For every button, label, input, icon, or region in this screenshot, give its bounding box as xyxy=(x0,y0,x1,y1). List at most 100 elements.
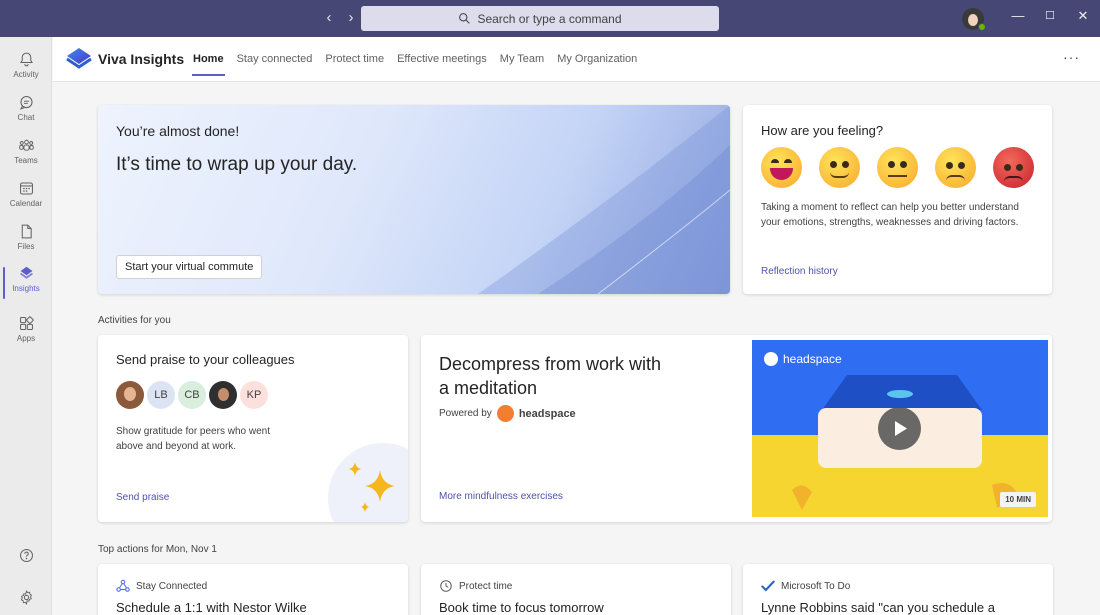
history-nav: ‹ › xyxy=(322,9,358,26)
settings-button[interactable] xyxy=(0,589,52,615)
send-praise-link[interactable]: Send praise xyxy=(116,492,169,503)
happy-emoji-icon[interactable] xyxy=(819,147,860,188)
feeling-description: Taking a moment to reflect can help you … xyxy=(761,202,1019,228)
search-input[interactable]: Search or type a command xyxy=(361,6,719,31)
action-card-protect-time[interactable]: Protect time Book time to focus tomorrow xyxy=(421,564,731,615)
tab-my-organization[interactable]: My Organization xyxy=(557,53,637,65)
feeling-title: How are you feeling? xyxy=(761,123,884,138)
forward-arrow-icon[interactable]: › xyxy=(344,9,358,26)
rail-item-apps[interactable]: Apps xyxy=(0,315,52,355)
more-mindfulness-link[interactable]: More mindfulness exercises xyxy=(439,491,563,502)
rail-label: Teams xyxy=(14,156,38,165)
presence-available-icon xyxy=(978,23,986,31)
top-actions-section-label: Top actions for Mon, Nov 1 xyxy=(98,544,217,555)
app-rail: Activity Chat Teams Calendar Files Insig… xyxy=(0,37,52,615)
nav-tabs: Home Stay connected Protect time Effecti… xyxy=(192,53,637,76)
colleague-avatars: LB CB KP xyxy=(116,381,268,409)
action-card-stay-connected[interactable]: Stay Connected Schedule a 1:1 with Nesto… xyxy=(98,564,408,615)
rail-item-activity[interactable]: Activity xyxy=(0,51,52,91)
grinning-emoji-icon[interactable] xyxy=(761,147,802,188)
video-brand-label: headspace xyxy=(783,352,842,366)
close-button[interactable]: ✕ xyxy=(1075,8,1091,24)
rail-label: Apps xyxy=(16,334,36,343)
emotion-picker xyxy=(761,147,1034,188)
tab-stay-connected[interactable]: Stay connected xyxy=(237,53,313,65)
powered-by: Powered by headspace xyxy=(439,405,576,422)
back-arrow-icon[interactable]: ‹ xyxy=(322,9,336,26)
praise-description: Show gratitude for peers who went above … xyxy=(116,426,270,452)
tab-my-team[interactable]: My Team xyxy=(500,53,544,65)
clock-icon xyxy=(440,580,452,592)
video-duration: 10 MIN xyxy=(1000,492,1036,507)
feeling-card: How are you feeling? Taking a moment to … xyxy=(743,105,1052,294)
activities-section-label: Activities for you xyxy=(98,315,171,326)
reflection-history-link[interactable]: Reflection history xyxy=(761,266,838,277)
meditation-video[interactable]: headspace 10 MIN xyxy=(752,340,1048,517)
people-network-icon xyxy=(116,579,130,592)
search-icon xyxy=(459,13,471,24)
action-title: Lynne Robbins said "can you schedule a xyxy=(761,600,995,615)
action-title: Book time to focus tomorrow xyxy=(439,600,604,615)
worried-emoji-icon[interactable] xyxy=(935,147,976,188)
action-category-label: Protect time xyxy=(459,580,513,592)
action-category: Stay Connected xyxy=(116,579,207,593)
rail-item-insights[interactable]: Insights xyxy=(0,265,52,305)
rail-item-teams[interactable]: Teams xyxy=(0,137,52,177)
avatar[interactable]: KP xyxy=(240,381,268,409)
rail-label: Activity xyxy=(13,70,39,79)
meditation-card: Decompress from work with a meditation P… xyxy=(421,335,1052,522)
rail-label: Chat xyxy=(17,113,35,122)
help-icon xyxy=(19,549,33,562)
action-category-label: Microsoft To Do xyxy=(781,580,851,592)
rail-item-chat[interactable]: Chat xyxy=(0,94,52,134)
insights-icon xyxy=(19,266,33,279)
rail-item-files[interactable]: Files xyxy=(0,223,52,263)
minimize-button[interactable]: — xyxy=(1010,8,1026,23)
avatar[interactable] xyxy=(209,381,237,409)
rail-item-calendar[interactable]: Calendar xyxy=(0,180,52,220)
title-bar: ‹ › Search or type a command — ☐ ✕ xyxy=(0,0,1100,37)
play-icon xyxy=(895,421,907,436)
action-title: Schedule a 1:1 with Nestor Wilke xyxy=(116,600,307,615)
chat-icon xyxy=(19,96,33,110)
rail-label: Insights xyxy=(12,284,40,293)
action-category: Microsoft To Do xyxy=(761,579,850,593)
wrap-up-card: You’re almost done! It’s time to wrap up… xyxy=(98,105,730,294)
tab-protect-time[interactable]: Protect time xyxy=(325,53,384,65)
app-name: Viva Insights xyxy=(98,51,185,67)
calendar-icon xyxy=(19,182,33,195)
bell-icon xyxy=(19,52,33,67)
headspace-logo-icon xyxy=(764,352,778,366)
action-card-todo[interactable]: Microsoft To Do Lynne Robbins said "can … xyxy=(743,564,1053,615)
search-placeholder: Search or type a command xyxy=(477,11,622,26)
meditation-title: Decompress from work with a meditation xyxy=(439,354,662,398)
sparkle-icon xyxy=(349,462,395,512)
send-praise-card: Send praise to your colleagues LB CB KP … xyxy=(98,335,408,522)
praise-title: Send praise to your colleagues xyxy=(116,352,295,367)
file-icon xyxy=(21,224,32,239)
play-button[interactable] xyxy=(878,407,921,450)
teams-icon xyxy=(18,139,34,151)
powered-by-label: Powered by xyxy=(439,408,492,419)
tab-effective-meetings[interactable]: Effective meetings xyxy=(397,53,487,65)
viva-insights-logo-icon xyxy=(66,48,92,69)
avatar[interactable]: CB xyxy=(178,381,206,409)
avatar[interactable] xyxy=(116,381,144,409)
angry-emoji-icon[interactable] xyxy=(993,147,1034,188)
headspace-brand: headspace xyxy=(518,407,576,420)
todo-check-icon xyxy=(761,580,775,592)
neutral-emoji-icon[interactable] xyxy=(877,147,918,188)
action-category-label: Stay Connected xyxy=(136,580,208,592)
app-header: Viva Insights Home Stay connected Protec… xyxy=(53,37,1100,82)
help-button[interactable] xyxy=(0,547,52,587)
tab-home[interactable]: Home xyxy=(192,53,225,76)
hero-subtitle: It’s time to wrap up your day. xyxy=(116,154,358,175)
rail-label: Files xyxy=(17,242,35,251)
maximize-button[interactable]: ☐ xyxy=(1042,9,1058,22)
more-options-button[interactable]: ··· xyxy=(1063,49,1080,65)
rail-label: Calendar xyxy=(9,199,43,208)
gear-icon xyxy=(20,590,32,606)
start-virtual-commute-button[interactable]: Start your virtual commute xyxy=(116,255,263,279)
headspace-logo-icon xyxy=(496,405,514,422)
avatar[interactable]: LB xyxy=(147,381,175,409)
